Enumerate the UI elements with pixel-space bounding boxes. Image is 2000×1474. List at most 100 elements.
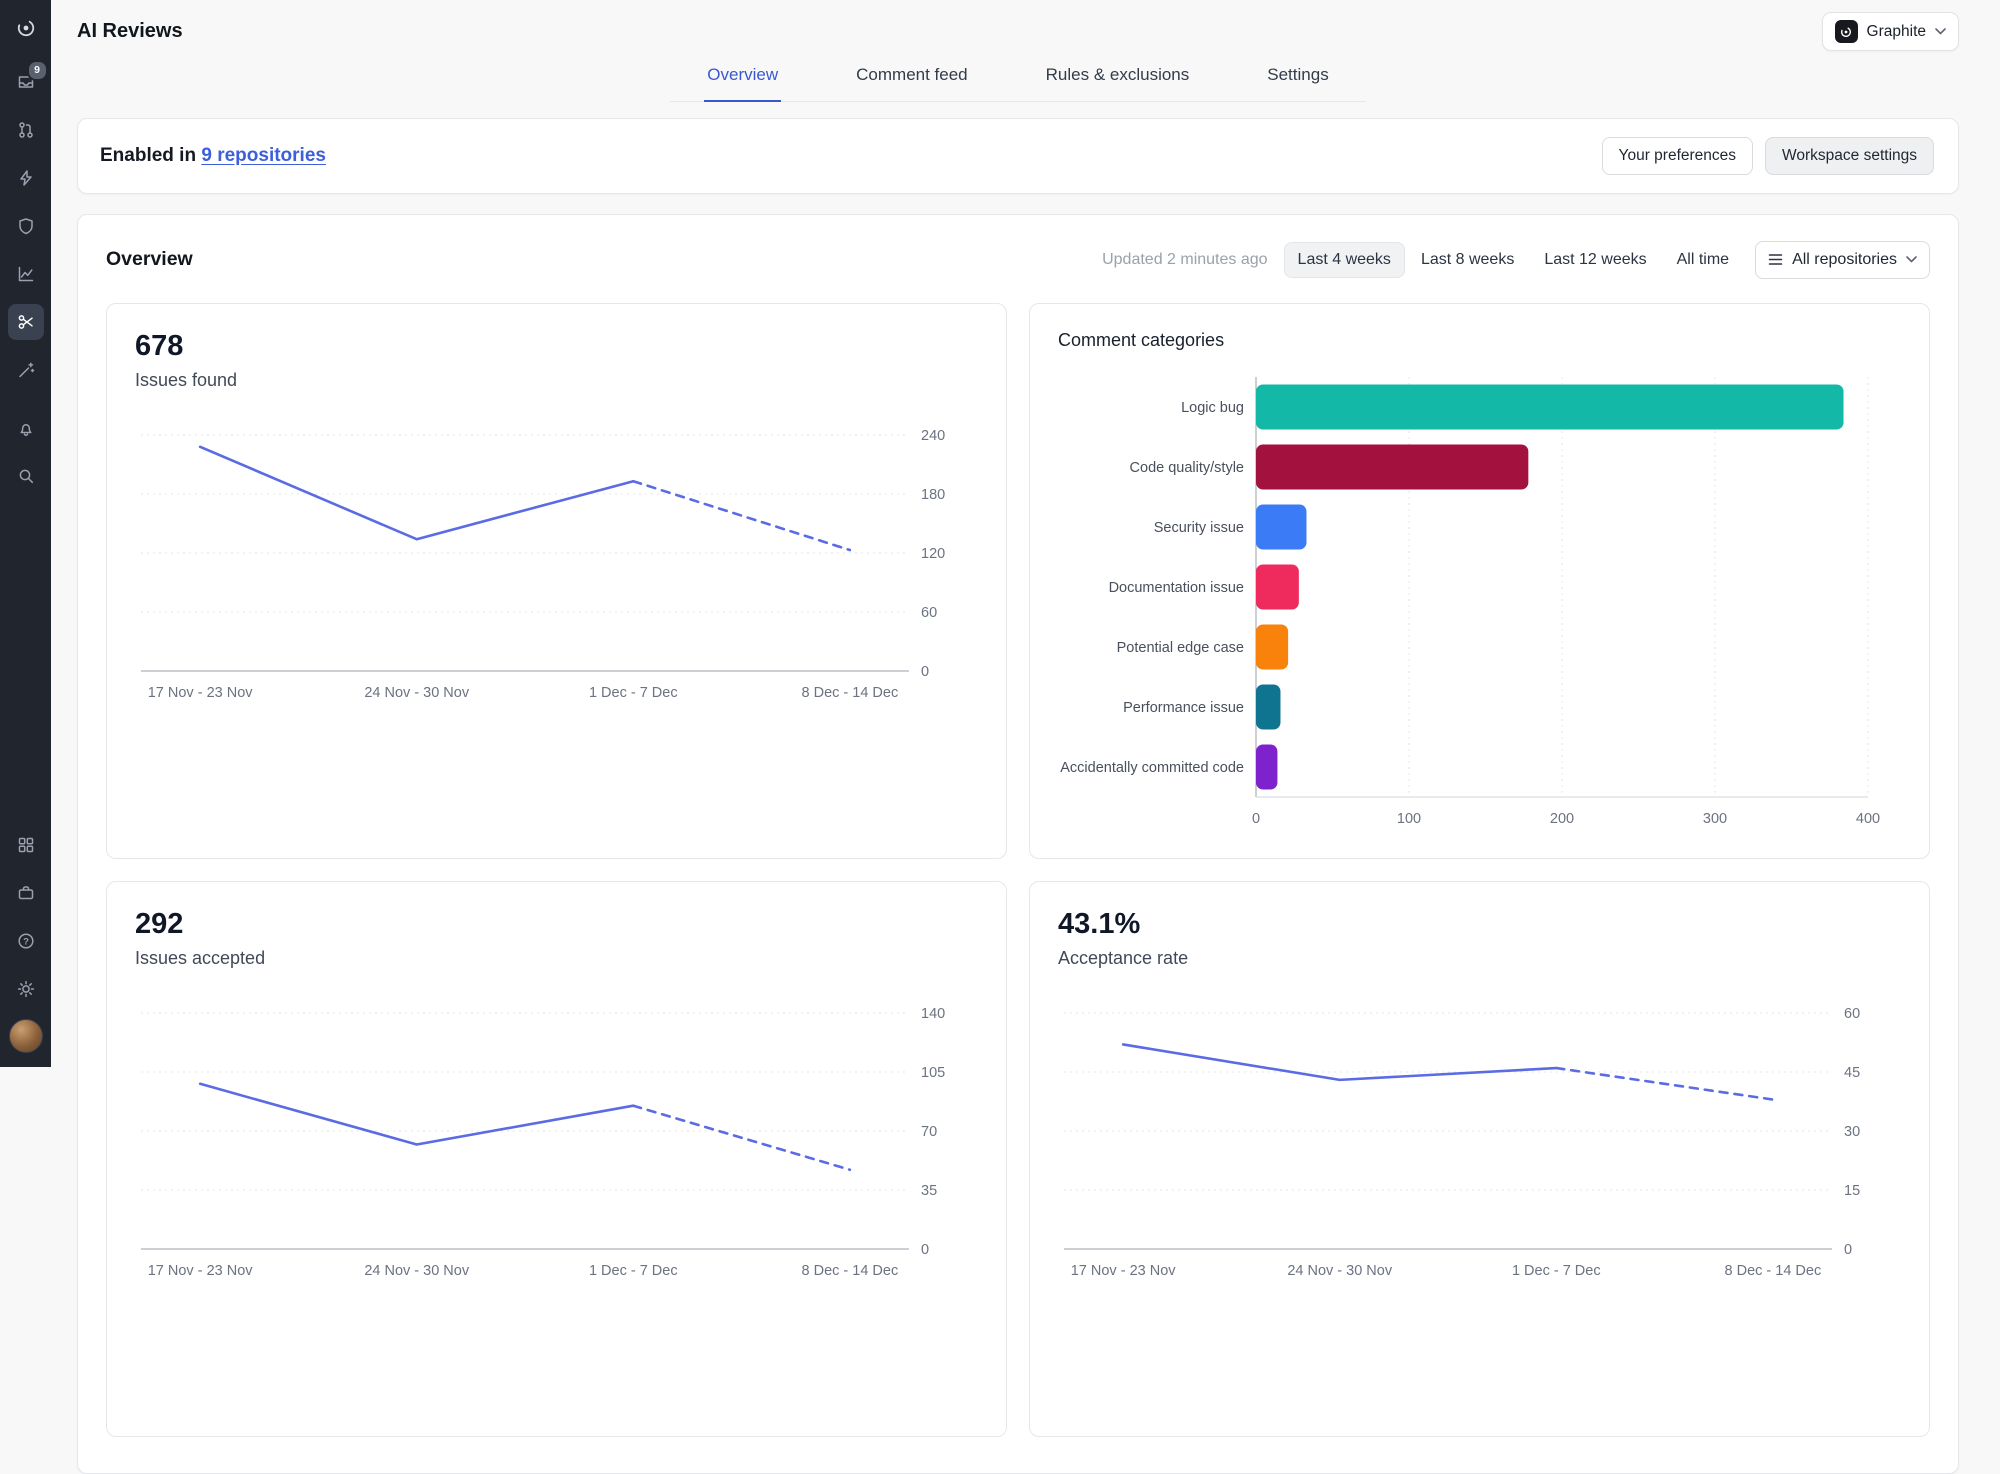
- sidebar-item-pull-request[interactable]: [8, 112, 44, 148]
- bell-icon: [19, 424, 32, 436]
- svg-text:100: 100: [1397, 811, 1421, 827]
- range-filter: Last 4 weeks Last 8 weeks Last 12 weeks All…: [1282, 241, 1744, 278]
- comment-categories-panel: Comment categories 0 100 200 300 400 Logic bu…: [1029, 302, 1930, 859]
- workspace-switcher-button[interactable]: Graphite: [1821, 12, 1959, 51]
- sidebar-item-protections[interactable]: [8, 208, 44, 244]
- svg-text:8 Dec - 14 Dec: 8 Dec - 14 Dec: [1725, 1263, 1822, 1279]
- issues-found-value: 678: [135, 329, 184, 362]
- svg-text:24 Nov - 30 Nov: 24 Nov - 30 Nov: [364, 1263, 470, 1279]
- user-avatar[interactable]: [8, 1019, 43, 1053]
- tab-rules-exclusions[interactable]: Rules & exclusions: [1043, 53, 1193, 101]
- acceptance-rate-value: 43.1%: [1058, 907, 1141, 940]
- svg-text:180: 180: [921, 487, 945, 503]
- updated-timestamp: Updated 2 minutes ago: [1102, 250, 1268, 268]
- svg-text:60: 60: [1844, 1006, 1860, 1022]
- pull-request-icon: [18, 122, 33, 138]
- svg-text:Accidentally committed code: Accidentally committed code: [1060, 760, 1244, 776]
- svg-text:24 Nov - 30 Nov: 24 Nov - 30 Nov: [1287, 1263, 1393, 1279]
- inbox-badge: 9: [26, 60, 48, 81]
- sidebar-item-apps[interactable]: [8, 827, 44, 863]
- enabled-text: Enabled in 9 repositories: [100, 145, 326, 167]
- enabled-prefix: Enabled in: [100, 144, 202, 166]
- acceptance-rate-label: Acceptance rate: [1058, 947, 1189, 968]
- search-icon: [19, 469, 33, 484]
- svg-text:1 Dec - 7 Dec: 1 Dec - 7 Dec: [589, 685, 678, 701]
- issues-found-label: Issues found: [135, 369, 238, 390]
- grid-icon: [18, 837, 33, 853]
- workspace-name: Graphite: [1866, 22, 1926, 40]
- chart-line-icon: [18, 266, 33, 282]
- acceptance-rate-panel: 43.1% Acceptance rate 0 15 30 45 60 17 Nov - …: [1029, 880, 1930, 1437]
- svg-text:120: 120: [921, 546, 945, 562]
- overview-card: Overview Updated 2 minutes ago Last 4 we…: [77, 213, 1959, 1474]
- enabled-banner: Enabled in 9 repositories Your preferenc…: [77, 117, 1959, 194]
- acceptance-rate-chart: 01530456017 Nov - 23 Nov 24 Nov - 30 Nov 1…: [1064, 1006, 1860, 1279]
- issues-accepted-label: Issues accepted: [135, 947, 266, 968]
- svg-text:?: ?: [23, 936, 29, 947]
- repository-filter-dropdown[interactable]: All repositories: [1755, 240, 1930, 279]
- list-icon: [1768, 254, 1783, 265]
- overview-controls: Updated 2 minutes ago Last 4 weeks Last 8…: [1102, 240, 1930, 279]
- svg-text:Performance issue: Performance issue: [1123, 700, 1244, 716]
- svg-text:0: 0: [921, 664, 929, 680]
- svg-text:Documentation issue: Documentation issue: [1109, 580, 1244, 596]
- sidebar-item-notifications[interactable]: [8, 410, 44, 446]
- gear-icon: [17, 980, 34, 998]
- svg-text:0: 0: [921, 1242, 929, 1258]
- svg-text:Security issue: Security issue: [1154, 520, 1244, 536]
- your-preferences-button[interactable]: Your preferences: [1601, 136, 1754, 175]
- chevron-down-icon: [1906, 256, 1917, 263]
- svg-text:0: 0: [1252, 811, 1260, 827]
- workspace-settings-button[interactable]: Workspace settings: [1765, 136, 1934, 175]
- issues-accepted-chart: 0357010514017 Nov - 23 Nov 24 Nov - 30 No…: [141, 1006, 945, 1279]
- issues-accepted-panel: 292 Issues accepted 0 35 70 105 140 17 Nov - …: [106, 880, 1007, 1437]
- svg-text:24 Nov - 30 Nov: 24 Nov - 30 Nov: [364, 685, 470, 701]
- overview-title: Overview: [106, 248, 193, 270]
- range-button-all-time[interactable]: All time: [1663, 242, 1743, 278]
- sidebar-item-insights[interactable]: [8, 256, 44, 292]
- shield-icon: [18, 218, 33, 235]
- sidebar-item-help[interactable]: ?: [8, 923, 44, 959]
- svg-text:35: 35: [921, 1183, 937, 1199]
- svg-text:240: 240: [921, 428, 945, 444]
- svg-text:30: 30: [1844, 1124, 1860, 1140]
- tab-bar: Overview Comment feed Rules & exclusions…: [77, 53, 1959, 102]
- page-title: AI Reviews: [77, 20, 183, 42]
- range-button-last-12-weeks[interactable]: Last 12 weeks: [1530, 242, 1660, 278]
- svg-text:17 Nov - 23 Nov: 17 Nov - 23 Nov: [148, 1263, 254, 1279]
- tab-comment-feed[interactable]: Comment feed: [853, 53, 971, 101]
- svg-text:17 Nov - 23 Nov: 17 Nov - 23 Nov: [1071, 1263, 1177, 1279]
- sidebar: 9 ?: [0, 0, 51, 1067]
- svg-text:8 Dec - 14 Dec: 8 Dec - 14 Dec: [802, 685, 899, 701]
- magic-wand-icon: [18, 362, 34, 378]
- range-button-last-8-weeks[interactable]: Last 8 weeks: [1407, 242, 1528, 278]
- svg-text:17 Nov - 23 Nov: 17 Nov - 23 Nov: [148, 685, 254, 701]
- svg-text:60: 60: [921, 605, 937, 621]
- comment-categories-title: Comment categories: [1058, 329, 1225, 350]
- comment-categories-chart: 0 100 200 300 400 Logic bug Code quality/style…: [1060, 376, 1880, 827]
- sidebar-item-search[interactable]: [8, 458, 44, 494]
- scissors-icon: [18, 315, 33, 329]
- issues-found-chart: 0 60 120 180 240 17 Nov - 23 Nov 24 Nov - 30 N…: [141, 428, 945, 701]
- lightning-icon: [19, 170, 32, 186]
- range-button-last-4-weeks[interactable]: Last 4 weeks: [1283, 241, 1405, 278]
- tab-settings[interactable]: Settings: [1264, 53, 1331, 101]
- sidebar-item-settings[interactable]: [8, 971, 44, 1007]
- overview-header: Overview Updated 2 minutes ago Last 4 we…: [106, 240, 1930, 279]
- repositories-link[interactable]: 9 repositories: [201, 145, 326, 166]
- svg-text:1 Dec - 7 Dec: 1 Dec - 7 Dec: [1512, 1263, 1601, 1279]
- sidebar-item-ai-reviews[interactable]: [7, 304, 44, 340]
- topbar: AI Reviews Graphite: [77, 0, 1959, 53]
- sidebar-item-automations[interactable]: [8, 352, 44, 388]
- sidebar-item-workspace[interactable]: [8, 875, 44, 911]
- panels-grid: 678 Issues found 0 60 120 180 240 17 Nov - 23…: [106, 302, 1930, 1437]
- tab-overview[interactable]: Overview: [704, 53, 782, 102]
- graphite-mark-icon: [1834, 20, 1858, 43]
- sidebar-item-ci[interactable]: [8, 160, 44, 196]
- app-root: 9 ? AI Reviews Graphite Overview Comment…: [0, 0, 2000, 1474]
- svg-text:400: 400: [1856, 811, 1880, 827]
- sidebar-item-inbox[interactable]: 9: [8, 60, 48, 100]
- banner-buttons: Your preferences Workspace settings: [1601, 136, 1934, 175]
- sidebar-bottom-group: ?: [8, 827, 44, 1053]
- graphite-logo-icon[interactable]: [8, 10, 44, 46]
